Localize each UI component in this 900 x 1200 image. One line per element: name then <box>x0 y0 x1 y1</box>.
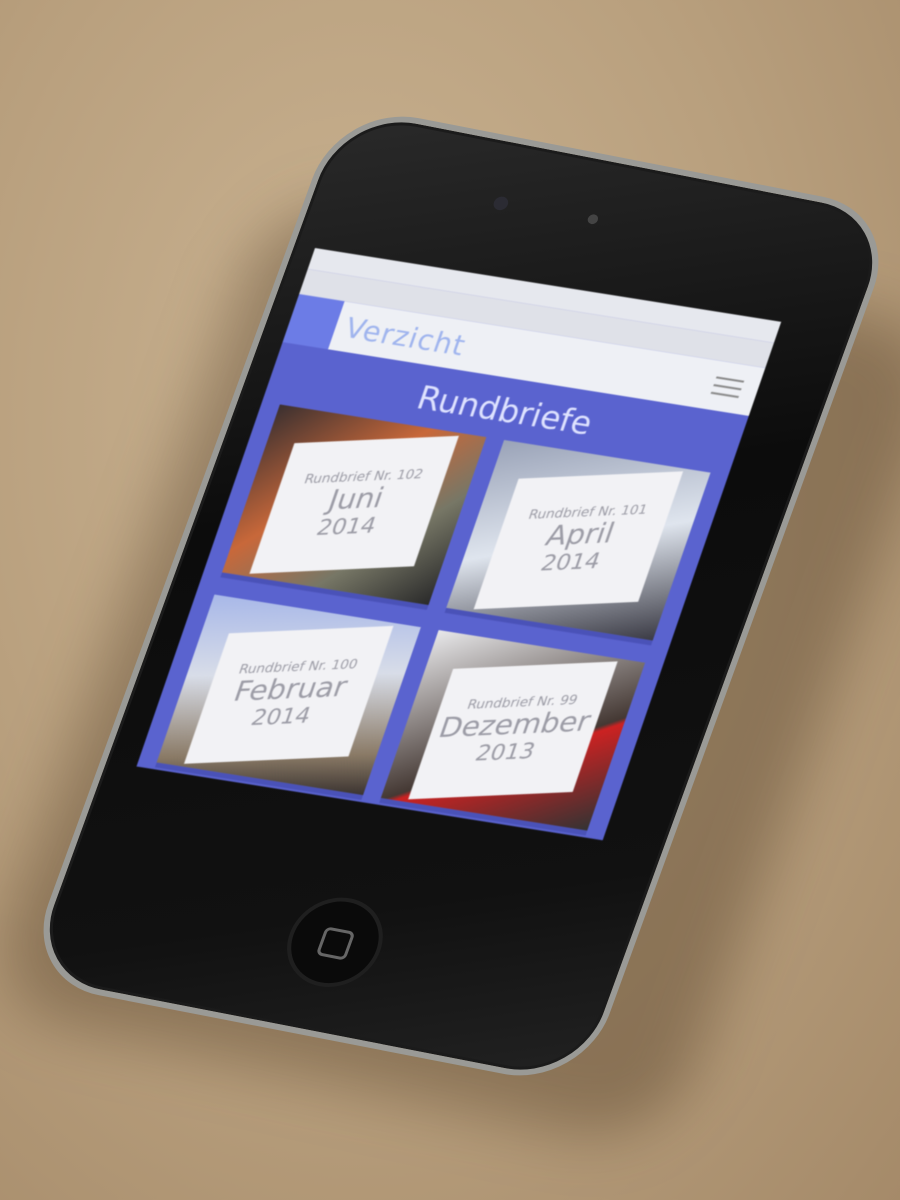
newsletter-label: Rundbrief Nr. 100 Februar 2014 <box>184 625 394 764</box>
home-button[interactable] <box>273 889 397 995</box>
front-camera <box>491 195 511 212</box>
newsletter-label: Rundbrief Nr. 101 April 2014 <box>473 471 684 610</box>
newsletter-card[interactable]: Rundbrief Nr. 99 Dezember 2013 <box>379 630 646 836</box>
proximity-sensor <box>586 213 600 225</box>
newsletter-card[interactable]: Rundbrief Nr. 100 Februar 2014 <box>154 594 421 801</box>
home-square-icon <box>315 926 356 961</box>
newsletter-month: April <box>541 516 620 553</box>
newsletter-label: Rundbrief Nr. 99 Dezember 2013 <box>408 661 618 800</box>
newsletter-year: 2014 <box>247 703 315 731</box>
newsletter-year: 2013 <box>471 739 539 767</box>
hamburger-menu-icon[interactable] <box>710 376 745 399</box>
newsletter-card[interactable]: Rundbrief Nr. 102 Juni 2014 <box>220 404 487 610</box>
newsletter-month: Februar <box>229 670 352 708</box>
newsletter-label: Rundbrief Nr. 102 Juni 2014 <box>249 435 459 574</box>
newsletter-card[interactable]: Rundbrief Nr. 101 April 2014 <box>444 439 711 646</box>
newsletter-year: 2014 <box>313 513 380 541</box>
site-brand[interactable]: Verzicht <box>341 311 471 362</box>
newsletter-month: Dezember <box>434 705 596 745</box>
newsletter-month: Juni <box>323 481 389 517</box>
newsletter-year: 2014 <box>537 549 604 577</box>
